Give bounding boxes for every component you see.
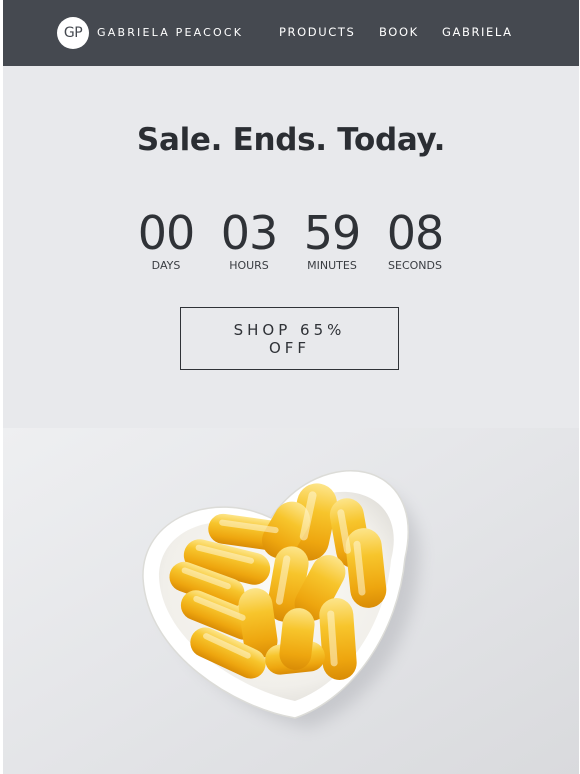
countdown-seconds-value: 08 xyxy=(386,206,445,260)
countdown-hours-value: 03 xyxy=(220,206,279,260)
countdown-hours-label: HOURS xyxy=(229,259,269,272)
shop-sale-button[interactable]: SHOP 65% OFF xyxy=(180,307,399,370)
nav-link-products[interactable]: PRODUCTS xyxy=(279,24,355,40)
countdown-days: 00 DAYS xyxy=(126,205,206,273)
countdown-seconds: 08 SECONDS xyxy=(375,205,455,273)
nav-link-gabriela[interactable]: GABRIELA xyxy=(442,24,513,40)
brand-name[interactable]: GABRIELA PEACOCK xyxy=(97,25,243,41)
shop-sale-button-label: SHOP 65% OFF xyxy=(233,320,346,357)
countdown-minutes-label: MINUTES xyxy=(307,259,357,272)
logo-monogram[interactable]: GP xyxy=(57,17,89,49)
site-header: GP GABRIELA PEACOCK PRODUCTS BOOK GABRIE… xyxy=(3,0,579,66)
hero-image-capsules[interactable] xyxy=(3,428,579,774)
email-page: GP GABRIELA PEACOCK PRODUCTS BOOK GABRIE… xyxy=(0,0,580,774)
countdown-hours: 03 HOURS xyxy=(209,205,289,273)
countdown-seconds-label: SECONDS xyxy=(388,259,442,272)
heart-bowl-capsules-illustration xyxy=(3,428,579,774)
countdown-minutes-value: 59 xyxy=(303,206,362,260)
email-body: GP GABRIELA PEACOCK PRODUCTS BOOK GABRIE… xyxy=(3,0,579,774)
countdown-minutes: 59 MINUTES xyxy=(292,205,372,273)
nav-link-book[interactable]: BOOK xyxy=(379,24,419,40)
sale-headline: Sale. Ends. Today. xyxy=(136,122,446,158)
countdown-days-label: DAYS xyxy=(151,259,181,272)
countdown-days-value: 00 xyxy=(137,206,196,260)
countdown-timer: 00 DAYS 03 HOURS 59 MINUTES 08 SECONDS xyxy=(3,205,579,275)
